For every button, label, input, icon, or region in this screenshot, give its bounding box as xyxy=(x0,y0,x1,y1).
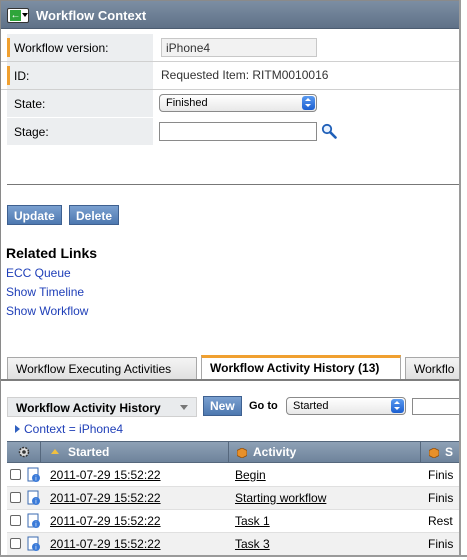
state-cell: Finis xyxy=(428,468,454,482)
document-icon[interactable]: i xyxy=(26,513,42,529)
update-button[interactable]: Update xyxy=(7,205,62,225)
table-row: i 2011-07-29 15:52:22 Task 3 Finis xyxy=(7,533,460,556)
new-button[interactable]: New xyxy=(203,396,242,416)
breadcrumb-arrow-icon xyxy=(15,425,20,433)
tab-underline xyxy=(1,379,460,381)
chevron-down-icon xyxy=(22,13,28,17)
row-id: ID: Requested Item: RITM0010016 xyxy=(1,62,460,90)
goto-select-value: Started xyxy=(293,400,329,412)
workflow-version-label: Workflow version: xyxy=(14,41,109,55)
title-bar: ← Workflow Context xyxy=(1,1,460,29)
link-ecc-queue[interactable]: ECC Queue xyxy=(6,266,71,280)
id-label: ID: xyxy=(14,69,30,83)
row-workflow-version: Workflow version: iPhone4 xyxy=(1,34,460,62)
document-icon[interactable]: i xyxy=(26,490,42,506)
back-button[interactable]: ← xyxy=(7,8,29,23)
back-arrow-icon: ← xyxy=(10,10,21,21)
row-checkbox[interactable] xyxy=(10,469,21,480)
link-show-timeline[interactable]: Show Timeline xyxy=(6,285,84,299)
select-arrows-icon xyxy=(391,399,404,413)
tab-workflow-more[interactable]: Workflo xyxy=(405,357,460,379)
list-title-menu[interactable]: Workflow Activity History xyxy=(7,397,197,417)
state-select-value: Finished xyxy=(166,97,208,109)
id-field[interactable]: Requested Item: RITM0010016 xyxy=(161,68,328,82)
table-row: i 2011-07-29 15:52:22 Task 1 Rest xyxy=(7,510,460,533)
mandatory-indicator xyxy=(7,66,10,85)
document-icon[interactable]: i xyxy=(26,467,42,483)
row-stage: Stage: xyxy=(1,118,460,146)
column-started[interactable]: Started xyxy=(41,442,229,463)
sort-ascending-icon xyxy=(51,449,59,454)
table-row: i 2011-07-29 15:52:22 Begin Finis xyxy=(7,464,460,487)
stage-input[interactable] xyxy=(159,122,317,141)
chevron-down-icon xyxy=(180,405,188,410)
form-divider xyxy=(7,184,460,185)
row-state: State: Finished xyxy=(1,90,460,118)
list-title: Workflow Activity History xyxy=(16,401,161,415)
column-activity-label: Activity xyxy=(253,445,297,459)
torn-edge-right xyxy=(459,0,467,560)
state-cell: Rest xyxy=(428,514,453,528)
gear-icon[interactable] xyxy=(17,445,31,459)
column-activity[interactable]: Activity xyxy=(229,442,421,463)
delete-button[interactable]: Delete xyxy=(69,205,120,225)
mandatory-indicator xyxy=(7,38,10,57)
state-label: State: xyxy=(14,97,46,111)
table-header: Started Activity S xyxy=(7,441,460,463)
related-links-heading: Related Links xyxy=(6,245,98,261)
state-select[interactable]: Finished xyxy=(159,94,317,112)
tab-workflow-activity-history[interactable]: Workflow Activity History (13) xyxy=(201,355,401,379)
started-cell[interactable]: 2011-07-29 15:52:22 xyxy=(50,537,161,551)
row-checkbox[interactable] xyxy=(10,515,21,526)
started-cell[interactable]: 2011-07-29 15:52:22 xyxy=(50,468,161,482)
activity-cell[interactable]: Begin xyxy=(235,468,266,482)
workflow-version-field[interactable]: iPhone4 xyxy=(161,38,317,57)
state-cell: Finis xyxy=(428,537,454,551)
column-state[interactable]: S xyxy=(421,442,460,463)
table-row: i 2011-07-29 15:52:22 Starting workflow … xyxy=(7,487,460,510)
goto-select[interactable]: Started xyxy=(286,397,406,415)
search-icon[interactable] xyxy=(321,123,337,139)
link-show-workflow[interactable]: Show Workflow xyxy=(6,304,88,318)
column-started-label: Started xyxy=(68,445,110,459)
row-checkbox[interactable] xyxy=(10,492,21,503)
cube-icon xyxy=(429,448,439,458)
stage-label: Stage: xyxy=(14,125,49,139)
workflow-context-form: ← Workflow Context Workflow version: iPh… xyxy=(0,0,460,556)
row-checkbox[interactable] xyxy=(10,538,21,549)
document-icon[interactable]: i xyxy=(26,536,42,552)
tab-workflow-executing-activities[interactable]: Workflow Executing Activities xyxy=(7,357,197,379)
activity-cell[interactable]: Task 3 xyxy=(235,537,270,551)
personalize-column[interactable] xyxy=(7,442,41,463)
select-arrows-icon xyxy=(302,96,315,110)
torn-edge-bottom xyxy=(0,555,467,560)
activity-cell[interactable]: Task 1 xyxy=(235,514,270,528)
started-cell[interactable]: 2011-07-29 15:52:22 xyxy=(50,514,161,528)
started-cell[interactable]: 2011-07-29 15:52:22 xyxy=(50,491,161,505)
goto-label: Go to xyxy=(249,400,278,412)
cube-icon xyxy=(237,448,247,458)
activity-cell[interactable]: Starting workflow xyxy=(235,491,326,505)
breadcrumb[interactable]: Context = iPhone4 xyxy=(15,422,123,436)
window-title: Workflow Context xyxy=(36,8,147,23)
breadcrumb-context[interactable]: Context = iPhone4 xyxy=(24,422,123,436)
column-state-label: S xyxy=(445,445,454,459)
state-cell: Finis xyxy=(428,491,454,505)
goto-input[interactable] xyxy=(412,398,460,415)
